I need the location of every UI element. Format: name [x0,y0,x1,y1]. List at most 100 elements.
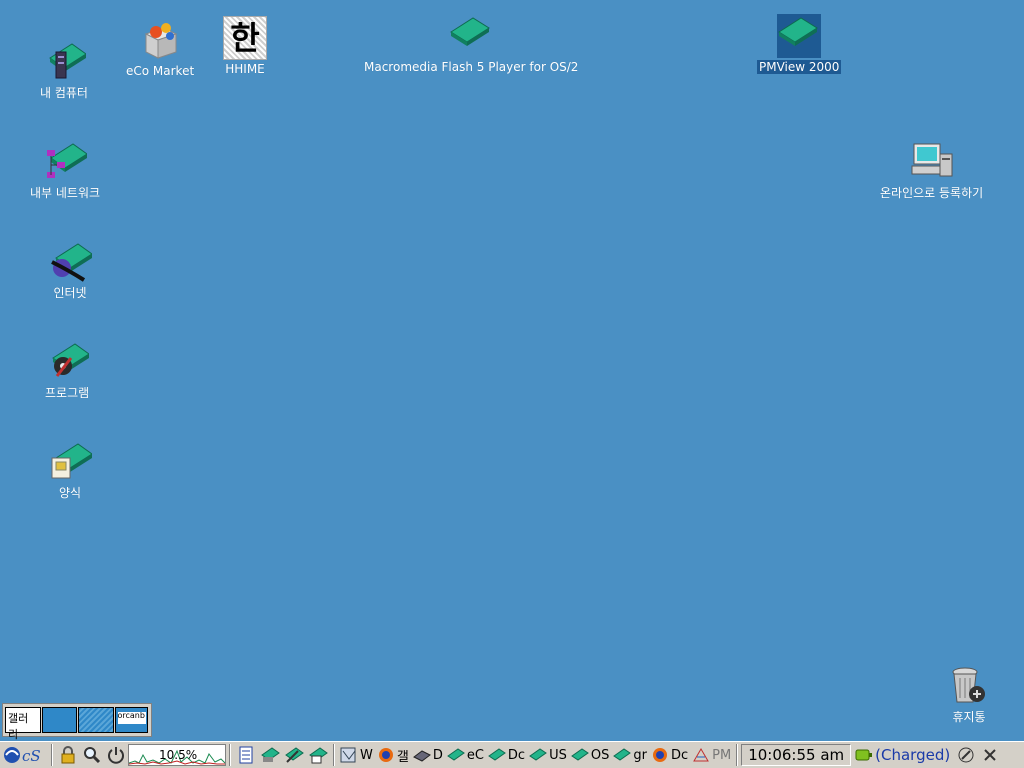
svg-text:cS: cS [22,747,41,765]
folder-icon [488,748,506,761]
lock-icon [61,746,75,764]
templates-icon [48,440,93,484]
pager-desktop-3[interactable] [78,707,114,733]
pmview-icon [693,748,710,762]
desktop-icon-my-computer[interactable]: 내 컴퓨터 [38,40,90,100]
task-button[interactable]: OS [569,744,611,766]
window-app-icon [340,747,356,763]
shutdown-button[interactable] [105,744,127,766]
internet-icon [48,240,93,284]
task-button[interactable]: US [527,744,569,766]
desktop-icon-trash[interactable]: 휴지통 [947,664,991,724]
desktop-icon-register[interactable]: 온라인으로 등록하기 [878,140,985,200]
battery-status[interactable]: (Charged) [851,746,954,764]
folder-icon [529,748,547,761]
task-label: PM [712,747,732,763]
launch-tools-button[interactable] [283,744,305,766]
folder-icon [777,14,822,58]
task-button[interactable]: eC [445,744,486,766]
hhime-glyph: 한 [230,19,260,57]
task-label: US [549,747,567,763]
task-label: Dc [670,747,689,763]
lock-button[interactable] [57,744,79,766]
task-button[interactable]: D [411,744,445,766]
link-icon [958,747,974,763]
cpu-value: 10.5% [159,748,198,762]
desktop-icon-programs[interactable]: 프로그램 [43,340,91,400]
programs-icon [45,340,90,384]
desktop-icon-label: 프로그램 [45,386,90,400]
eco-market-icon [138,18,182,62]
list-icon [239,746,253,764]
task-button[interactable]: gr [611,744,649,766]
task-label: D [432,747,443,763]
taskbar: cS 10.5% W 갤 D eC Dc US OS gr Dc PM 10:0… [0,741,1024,768]
launch-system-button[interactable] [307,744,329,766]
desktop-icon-pmview[interactable]: PMView 2000 [757,14,842,74]
pager-desktop-1[interactable]: 갤러리 [5,707,41,741]
my-computer-icon [42,40,87,84]
cpu-monitor[interactable]: 10.5% [128,744,226,766]
task-label: Dc [507,747,526,763]
task-label: 갤 [396,749,409,765]
drive-icon [412,750,431,762]
desktop-icon-hhime[interactable]: 한 HHIME [223,16,267,76]
drives-icon [261,747,280,762]
clock[interactable]: 10:06:55 am [741,744,852,766]
task-button[interactable]: W [338,744,375,766]
system-folder-icon [309,747,328,764]
desktop-icon-label: 양식 [58,486,82,500]
task-button[interactable]: Dc [486,744,527,766]
launch-drives-button[interactable] [259,744,281,766]
desktop-icon-network[interactable]: 내부 네트워크 [28,140,102,200]
desktop-icon-label: Macromedia Flash 5 Player for OS/2 [364,60,579,74]
folder-icon [570,748,589,761]
task-label: OS [590,747,610,763]
virtual-desktop-pager[interactable]: 갤러리 orcanb [2,703,152,741]
desktop-icon-label: HHIME [225,62,265,76]
network-icon [43,140,88,184]
computer-register-icon [910,140,954,184]
desktop-icon-label: PMView 2000 [757,60,842,74]
desktop-icon-label: 휴지통 [952,710,986,724]
desktop-icon-label: eCo Market [126,64,195,78]
ecs-start-button[interactable]: cS [1,744,47,766]
folder-icon [613,748,632,761]
tools-icon [285,747,304,763]
taskbar-separator [51,744,53,766]
desktop-icon-label: 내 컴퓨터 [40,86,88,100]
desktop-icon-templates[interactable]: 양식 [48,440,93,500]
desktop-icon-flash-player[interactable]: Macromedia Flash 5 Player for OS/2 [362,14,580,74]
firefox-icon [652,748,667,762]
taskbar-separator [333,744,335,766]
task-label: gr [633,747,647,763]
task-button[interactable]: 갤 [375,744,411,766]
close-icon [984,749,996,761]
taskbar-separator [229,744,231,766]
desktop-icon-eco-market[interactable]: eCo Market [124,18,196,78]
pager-desktop-2[interactable] [41,707,78,733]
desktop-icon-label: 온라인으로 등록하기 [880,186,984,200]
taskbar-separator [736,744,739,766]
task-label: W [360,747,373,763]
folder-icon [446,748,465,761]
desktop-icon-label: 내부 네트워크 [30,186,101,200]
task-label: eC [466,747,484,763]
window-list-button[interactable] [235,744,257,766]
hhime-icon: 한 [223,16,267,60]
task-button[interactable]: Dc [649,744,690,766]
pager-desktop-label: 갤러리 [8,712,29,741]
power-icon [108,747,124,764]
desktop-icon-internet[interactable]: 인터넷 [48,240,93,300]
battery-label: (Charged) [875,746,951,764]
trash-icon [947,664,991,708]
task-button[interactable]: PM [690,744,733,766]
link-button[interactable] [955,744,977,766]
folder-icon [449,14,493,58]
pager-desktop-4[interactable]: orcanb [114,707,148,733]
magnifier-icon [84,747,101,764]
close-taskbar-button[interactable] [979,744,1001,766]
battery-icon [855,749,873,761]
firefox-icon [378,748,393,762]
find-button[interactable] [81,744,103,766]
